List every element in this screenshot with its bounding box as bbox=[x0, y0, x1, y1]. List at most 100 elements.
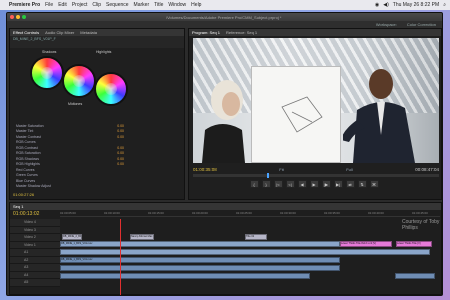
timeline-clip[interactable]: Lower Thirds Title [V] bbox=[396, 241, 432, 247]
tab-sequence[interactable]: Seq 1 bbox=[13, 204, 23, 209]
menu-clip[interactable]: Clip bbox=[92, 2, 101, 8]
timeline-clip[interactable]: DB_MINE_1_BFS_V01.mov bbox=[60, 257, 340, 263]
midtones-label: Midtones bbox=[68, 102, 83, 106]
ruler-tick: 01:00:20:00 bbox=[192, 211, 208, 215]
timeline-clip[interactable]: DB_MINE_2_BFS_1.mov bbox=[62, 234, 82, 240]
prop-value[interactable]: 0.00 bbox=[117, 129, 124, 133]
timeline-tabs: Seq 1 bbox=[10, 203, 441, 210]
panel-area: Effect Controls Audio Clip Mixer Metadat… bbox=[7, 28, 442, 200]
mark-out-button[interactable]: } bbox=[261, 180, 271, 188]
lift-button[interactable]: ⇄ bbox=[345, 180, 355, 188]
current-timecode[interactable]: 01:00:35:08 bbox=[193, 167, 217, 172]
timeline-clip[interactable]: Lower Thirds Title 8x13 s.ml [V] bbox=[340, 241, 392, 247]
app-menu[interactable]: Premiere Pro bbox=[9, 2, 40, 8]
play-button[interactable]: ▶ bbox=[309, 180, 319, 188]
menu-edit[interactable]: Edit bbox=[58, 2, 67, 8]
track-header[interactable]: Video 3 bbox=[10, 226, 60, 234]
timeline-timecode[interactable]: 01:00:13:02 bbox=[13, 211, 39, 217]
woman-figure bbox=[197, 78, 247, 163]
prop-value[interactable]: 0.00 bbox=[117, 162, 124, 166]
minimize-button[interactable] bbox=[16, 15, 20, 19]
prop-value[interactable]: 0.00 bbox=[117, 151, 124, 155]
tab-reference[interactable]: Reference: Seq 1 bbox=[226, 30, 257, 35]
menu-window[interactable]: Window bbox=[168, 2, 186, 8]
volume-icon[interactable]: ◀) bbox=[383, 2, 389, 8]
track-header[interactable]: A3 bbox=[10, 264, 60, 272]
tab-effect-controls[interactable]: Effect Controls bbox=[13, 30, 39, 35]
track-header[interactable]: A2 bbox=[10, 256, 60, 264]
play-reverse-button[interactable]: ◀ bbox=[297, 180, 307, 188]
scrub-bar[interactable] bbox=[193, 173, 439, 178]
timeline-clip[interactable]: Nancy Alfonso Mac bbox=[130, 234, 154, 240]
timeline-clip[interactable]: Title 02 bbox=[245, 234, 267, 240]
prop-value[interactable]: 0.00 bbox=[117, 124, 124, 128]
track-header[interactable]: A1 bbox=[10, 249, 60, 257]
timeline-clip[interactable] bbox=[60, 249, 430, 255]
premiere-window: /Volumes/Documents/Adobe Premiere Pro/CM… bbox=[6, 12, 443, 296]
prop-value[interactable]: 0.00 bbox=[117, 146, 124, 150]
quality-select[interactable]: Full bbox=[346, 167, 352, 172]
tab-audio-clip-mixer[interactable]: Audio Clip Mixer bbox=[45, 30, 74, 35]
mark-in-button[interactable]: { bbox=[249, 180, 259, 188]
close-button[interactable] bbox=[10, 15, 14, 19]
shadows-label: Shadows bbox=[42, 50, 57, 54]
prop-label: Green Curves bbox=[16, 173, 38, 178]
extract-button[interactable]: ⇅ bbox=[357, 180, 367, 188]
time-ruler[interactable]: 01:00:05:00 01:00:10:00 01:00:15:00 01:0… bbox=[60, 211, 440, 217]
wifi-icon[interactable]: ◉ bbox=[375, 2, 379, 8]
playhead-indicator[interactable] bbox=[266, 173, 269, 178]
status-area: ◉ ◀) Thu May 26 8:22 PM ⌕ bbox=[375, 2, 450, 8]
prop-label: Blue Curves bbox=[16, 178, 36, 183]
prop-label: Master Tint bbox=[16, 129, 34, 134]
menu-project[interactable]: Project bbox=[72, 2, 88, 8]
timeline-clip[interactable] bbox=[60, 273, 310, 279]
whiteboard-sketch bbox=[281, 96, 323, 133]
window-controls bbox=[10, 15, 26, 19]
menu-title[interactable]: Title bbox=[154, 2, 163, 8]
prop-label: RGB Saturation bbox=[16, 151, 41, 156]
ruler-tick: 01:00:35:00 bbox=[324, 211, 340, 215]
track-header[interactable]: Video 2 bbox=[10, 234, 60, 242]
zoom-select[interactable]: Fit bbox=[279, 167, 283, 172]
prop-label: RGB Contrast bbox=[16, 145, 38, 150]
system-menubar: Premiere Pro File Edit Project Clip Sequ… bbox=[0, 0, 450, 10]
effect-controls-timecode[interactable]: 01:00:27:26 bbox=[13, 192, 34, 197]
menu-help[interactable]: Help bbox=[191, 2, 201, 8]
clock[interactable]: Thu May 26 8:22 PM bbox=[393, 2, 439, 8]
ruler-tick: 01:00:10:00 bbox=[104, 211, 120, 215]
timeline-playhead[interactable] bbox=[120, 219, 121, 295]
workspace-select[interactable]: Color Correction bbox=[407, 22, 436, 27]
tab-metadata[interactable]: Metadata bbox=[80, 30, 97, 35]
timeline-clip[interactable] bbox=[60, 265, 340, 271]
menu-sequence[interactable]: Sequence bbox=[106, 2, 129, 8]
menu-marker[interactable]: Marker bbox=[134, 2, 150, 8]
go-to-in-button[interactable]: |< bbox=[273, 180, 283, 188]
midtones-wheel[interactable] bbox=[62, 64, 96, 98]
track-headers: Video 4 Video 3 Video 2 Video 1 A1 A2 A3… bbox=[10, 219, 60, 295]
go-to-out-button[interactable]: ▶| bbox=[333, 180, 343, 188]
timeline-clip[interactable] bbox=[395, 273, 435, 279]
program-monitor-panel: Program: Seq 1 Reference: Seq 1 01:00:35… bbox=[188, 28, 442, 200]
menu-file[interactable]: File bbox=[45, 2, 53, 8]
search-icon[interactable]: ⌕ bbox=[443, 2, 446, 8]
video-preview[interactable] bbox=[193, 38, 439, 163]
monitor-tabs: Program: Seq 1 Reference: Seq 1 bbox=[189, 29, 441, 36]
prop-value[interactable]: 0.00 bbox=[117, 157, 124, 161]
step-forward-button[interactable]: |▶ bbox=[321, 180, 331, 188]
export-frame-button[interactable]: ⌘ bbox=[369, 180, 379, 188]
highlights-label: Highlights bbox=[96, 50, 112, 54]
track-header[interactable]: A4 bbox=[10, 271, 60, 279]
highlights-wheel[interactable] bbox=[94, 72, 128, 106]
track-header[interactable]: Video 4 bbox=[10, 219, 60, 227]
track-header[interactable]: Video 1 bbox=[10, 241, 60, 249]
prop-value[interactable]: 0.00 bbox=[117, 135, 124, 139]
track-area[interactable]: DB_MINE_2_BFS_1.mov Nancy Alfonso Mac Ti… bbox=[60, 219, 440, 295]
zoom-button[interactable] bbox=[22, 15, 26, 19]
track-header[interactable]: A5 bbox=[10, 279, 60, 287]
tab-program[interactable]: Program: Seq 1 bbox=[192, 30, 220, 35]
shadows-wheel[interactable] bbox=[30, 56, 64, 90]
timeline-clip[interactable]: DB_MINE_1_BFS_V01.mov bbox=[60, 241, 340, 247]
step-back-button[interactable]: <| bbox=[285, 180, 295, 188]
clip-path: DB_MINE_2_BFS_V01P_F bbox=[10, 36, 184, 48]
prop-row[interactable]: Master Shadow Adjust bbox=[16, 184, 184, 190]
